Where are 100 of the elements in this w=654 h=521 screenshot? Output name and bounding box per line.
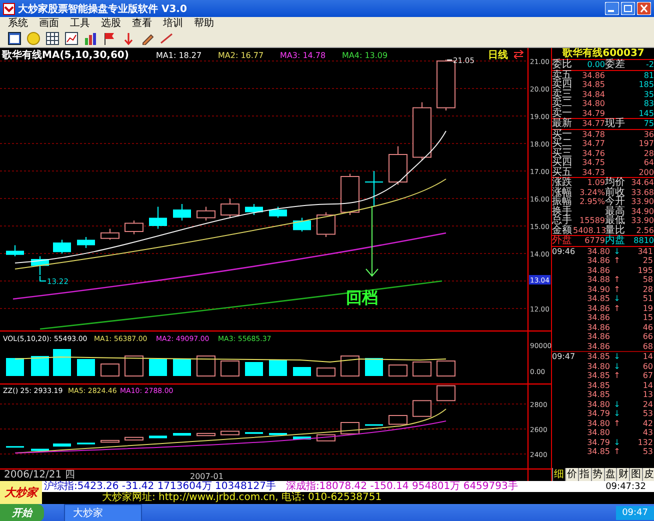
quote-value: 83 xyxy=(642,99,654,108)
quote-label: 买四 xyxy=(552,158,573,168)
candlestick xyxy=(6,244,24,257)
candlestick xyxy=(124,220,144,235)
quote-value: 34.75 xyxy=(581,158,605,168)
tick-volume: 13 xyxy=(642,390,654,400)
menu-item[interactable]: 画面 xyxy=(39,18,59,30)
tab[interactable]: 细 xyxy=(552,468,565,481)
quote-value: 34.77 xyxy=(581,139,605,148)
tick-price: 34.85 xyxy=(586,447,610,456)
menu-item[interactable]: 工具 xyxy=(70,18,90,30)
tick-price: 34.85 xyxy=(586,371,610,380)
window-icon[interactable] xyxy=(8,32,21,45)
candlestick xyxy=(340,173,360,216)
tick-price: 34.79 xyxy=(586,438,610,447)
candlestick xyxy=(293,217,311,232)
tick-arrow: ↓ xyxy=(612,246,622,256)
tick-arrow: ↓ xyxy=(612,409,622,418)
volume-bar xyxy=(173,359,191,376)
volume-bar xyxy=(31,356,49,376)
taskbar-button[interactable]: 大炒家 xyxy=(64,504,142,521)
indicator-bar xyxy=(124,436,144,440)
volume-bar xyxy=(365,358,383,376)
tick-price: 34.86 xyxy=(586,342,610,351)
quote-label: 今开 xyxy=(605,197,626,206)
tick-price: 34.90 xyxy=(586,284,610,294)
menu-item[interactable]: 培训 xyxy=(163,18,183,30)
quote-value: 185 xyxy=(638,80,654,90)
tick-volume: 341 xyxy=(636,246,654,256)
volume-bar xyxy=(220,360,240,376)
quote-label: 卖四 xyxy=(552,80,573,90)
tick-volume: 67 xyxy=(642,371,654,380)
tick-price: 34.86 xyxy=(586,332,610,342)
tick-volume: 66 xyxy=(642,332,654,342)
quote-label: 最高 xyxy=(605,206,626,216)
indicator-bar xyxy=(31,448,49,451)
minimize-icon[interactable] xyxy=(605,2,619,15)
quote-value: 34.84 xyxy=(581,90,605,99)
quote-label: 换手 xyxy=(552,206,573,216)
menu-item[interactable]: 选股 xyxy=(101,18,121,30)
tick-price: 34.85 xyxy=(586,352,610,362)
close-icon[interactable] xyxy=(637,2,651,15)
bar-chart-icon[interactable] xyxy=(84,32,97,45)
tick-arrow: ↑ xyxy=(612,256,622,266)
quote-label: 卖一 xyxy=(552,108,573,118)
tick-arrow: ↑ xyxy=(612,371,622,380)
quote-label: 卖三 xyxy=(552,90,573,99)
maximize-icon[interactable] xyxy=(621,2,635,15)
quote-value: 35 xyxy=(642,90,654,99)
volume-bar xyxy=(388,364,408,376)
tick-price: 34.86 xyxy=(586,322,610,332)
tick-volume: 14 xyxy=(642,352,654,362)
menu-item[interactable]: 查看 xyxy=(132,18,152,30)
annotation-text: 回档 xyxy=(346,288,378,307)
quote-label: 最新 xyxy=(552,119,573,128)
swap-icon[interactable] xyxy=(514,50,523,59)
menu-item[interactable]: 系统 xyxy=(8,18,28,30)
chart-icon[interactable] xyxy=(65,32,78,45)
tick-volume: 24 xyxy=(642,400,654,409)
quote-label: 现手 xyxy=(605,119,626,128)
quote-label: 最低 xyxy=(605,216,626,226)
tick-price: 34.80 xyxy=(586,246,610,256)
arrow-icon[interactable] xyxy=(122,32,135,45)
website-info: 大炒家网址: http://www.jrbd.com.cn, 电话: 010-62538751 xyxy=(102,492,382,503)
tick-price: 34.80 xyxy=(586,400,610,409)
tick-volume: 53 xyxy=(642,409,654,418)
line-icon[interactable] xyxy=(160,32,173,45)
tick-volume: 42 xyxy=(642,418,654,428)
grid-icon[interactable] xyxy=(46,32,59,45)
indicator-bar xyxy=(6,446,24,448)
pencil-icon[interactable] xyxy=(141,32,154,45)
volume-bar xyxy=(149,359,167,376)
quote-value: 6779 xyxy=(584,236,605,246)
quote-value: 2.95% xyxy=(578,197,605,206)
quote-value: 28 xyxy=(642,148,654,158)
date-label: 2006/12/21 四 xyxy=(4,470,75,480)
quote-value: 33.90 xyxy=(630,197,654,206)
tick-arrow: ↑ xyxy=(612,284,622,294)
quote-label: 涨幅 xyxy=(552,188,573,197)
candlestick xyxy=(31,256,49,276)
quote-label: 卖五 xyxy=(552,70,573,80)
tick-price: 34.86 xyxy=(586,266,610,275)
indicator-bar xyxy=(173,433,191,436)
volume-bar xyxy=(293,367,311,376)
date-label: 2007-01 xyxy=(190,472,224,481)
quote-label: 买一 xyxy=(552,130,573,139)
tick-price: 34.80 xyxy=(586,418,610,428)
quote-value: 8810 xyxy=(632,236,654,246)
circle-icon[interactable] xyxy=(27,32,40,45)
menu-item[interactable]: 帮助 xyxy=(194,18,214,30)
tick-price: 34.86 xyxy=(586,313,610,322)
tick-volume: 14 xyxy=(642,380,654,390)
app-icon xyxy=(3,2,15,14)
quote-label: 买二 xyxy=(552,139,573,148)
quote-value: 75 xyxy=(642,119,654,128)
tick-price: 34.86 xyxy=(586,256,610,266)
candlestick xyxy=(269,206,287,218)
volume-bar xyxy=(124,356,144,376)
tick-volume: 68 xyxy=(642,342,654,351)
flag-icon[interactable] xyxy=(103,32,116,45)
